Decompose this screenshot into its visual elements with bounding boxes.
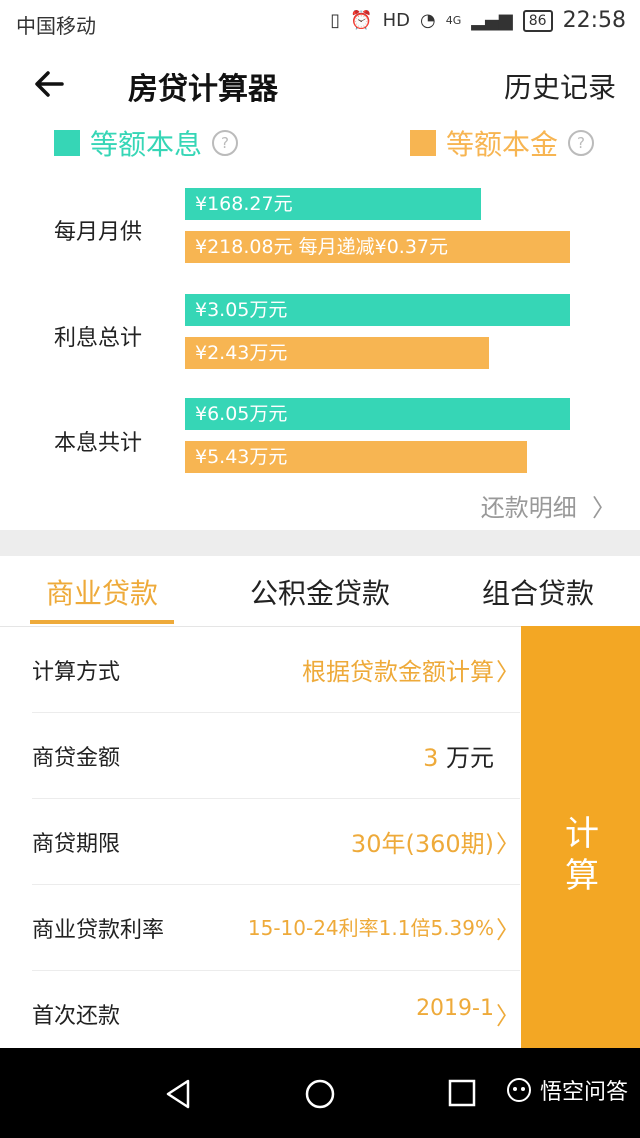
legend-equal-principal: 等额本金 ?	[410, 126, 595, 161]
orange-swatch	[410, 130, 436, 156]
app-header: 房贷计算器 历史记录	[0, 44, 640, 126]
calc-method-value: 根据贷款金额计算	[302, 658, 494, 686]
chevron-right-icon: 〉	[496, 830, 520, 858]
wifi-icon: ◔	[419, 10, 436, 31]
legend-equal-installment: 等额本息 ?	[54, 126, 239, 161]
network-type: 4G	[445, 14, 462, 27]
interest-installment-bar: ¥3.05万元	[185, 294, 570, 326]
legend-equal-principal-label: 等额本金	[446, 128, 559, 161]
first-payment-row[interactable]: 首次还款 2019-1 〉	[32, 970, 520, 1056]
back-triangle-icon[interactable]	[164, 1078, 192, 1110]
total-sum-label: 本息共计	[54, 431, 143, 456]
total-installment-bar: ¥6.05万元	[185, 398, 570, 430]
loan-term-row[interactable]: 商贷期限 30年(360期) 〉	[32, 798, 520, 885]
chevron-right-icon: 〉	[584, 494, 616, 522]
monthly-installment-bar: ¥168.27元	[185, 188, 481, 220]
home-circle-icon[interactable]	[304, 1078, 336, 1110]
loan-term-value: 30年(360期)	[350, 830, 494, 858]
calculate-label-2: 算	[565, 856, 599, 896]
loan-amount-label: 商贷金额	[32, 746, 121, 771]
calc-method-row[interactable]: 计算方式 根据贷款金额计算 〉	[32, 626, 520, 713]
clock: 22:58	[562, 8, 626, 33]
chevron-right-icon: 〉	[496, 1002, 520, 1030]
loan-amount-row[interactable]: 商贷金额 3 万元	[32, 712, 520, 799]
interest-rate-row[interactable]: 商业贷款利率 15-10-24利率1.1倍5.39% 〉	[32, 884, 520, 971]
loan-type-tabs: 商业贷款 公积金贷款 组合贷款	[0, 556, 640, 627]
help-icon[interactable]: ?	[568, 130, 595, 156]
watermark-text: 悟空问答	[539, 1080, 628, 1105]
help-icon[interactable]: ?	[212, 130, 239, 156]
chevron-right-icon: 〉	[496, 916, 520, 944]
section-divider	[0, 530, 640, 556]
back-arrow-icon[interactable]	[30, 64, 70, 104]
interest-principal-bar: ¥2.43万元	[185, 337, 489, 369]
status-icons: ▯ ⏰ HD ◔ 4G ▂▄▆ 86 22:58	[330, 8, 626, 33]
active-tab-indicator	[30, 620, 174, 624]
tab-commercial-loan[interactable]: 商业贷款	[46, 572, 158, 612]
battery-icon: 86	[522, 9, 553, 32]
interest-rate-label: 商业贷款利率	[32, 918, 165, 943]
first-payment-value: 2019-1	[416, 996, 494, 1021]
loan-term-label: 商贷期限	[32, 832, 121, 857]
page-title: 房贷计算器	[128, 72, 278, 107]
tab-provident-fund-loan[interactable]: 公积金贷款	[250, 572, 390, 612]
legend-equal-installment-label: 等额本息	[90, 128, 203, 161]
first-payment-label: 首次还款	[32, 1004, 121, 1029]
chevron-right-icon: 〉	[496, 658, 520, 686]
loan-amount-field: 3 万元	[423, 738, 494, 773]
teal-swatch	[54, 130, 80, 156]
repayment-detail-link[interactable]: 还款明细 〉	[481, 488, 616, 523]
carrier-name: 中国移动	[16, 14, 96, 38]
alarm-icon: ⏰	[350, 10, 373, 31]
vibrate-icon: ▯	[330, 10, 341, 31]
calculate-button[interactable]: 计 算	[521, 626, 640, 1048]
recents-square-icon[interactable]	[448, 1079, 476, 1107]
history-button[interactable]: 历史记录	[504, 66, 616, 106]
tab-combined-loan[interactable]: 组合贷款	[482, 572, 594, 612]
calc-method-label: 计算方式	[32, 660, 121, 685]
watermark: 悟空问答	[506, 1074, 628, 1106]
repayment-detail-label: 还款明细	[480, 494, 577, 522]
interest-rate-value: 15-10-24利率1.1倍5.39%	[247, 916, 494, 940]
loan-amount-unit: 万元	[446, 744, 494, 772]
hd-icon: HD	[382, 10, 410, 31]
monthly-payment-label: 每月月供	[54, 220, 143, 245]
total-interest-label: 利息总计	[54, 326, 143, 351]
status-bar: 中国移动 ▯ ⏰ HD ◔ 4G ▂▄▆ 86 22:58	[0, 0, 640, 44]
signal-icon: ▂▄▆	[471, 10, 513, 31]
total-principal-bar: ¥5.43万元	[185, 441, 527, 473]
loan-amount-value[interactable]: 3	[423, 744, 438, 772]
system-nav-bar: 悟空问答	[0, 1048, 640, 1138]
wukong-logo-icon	[506, 1078, 531, 1102]
monthly-principal-bar: ¥218.08元 每月递减¥0.37元	[185, 231, 570, 263]
